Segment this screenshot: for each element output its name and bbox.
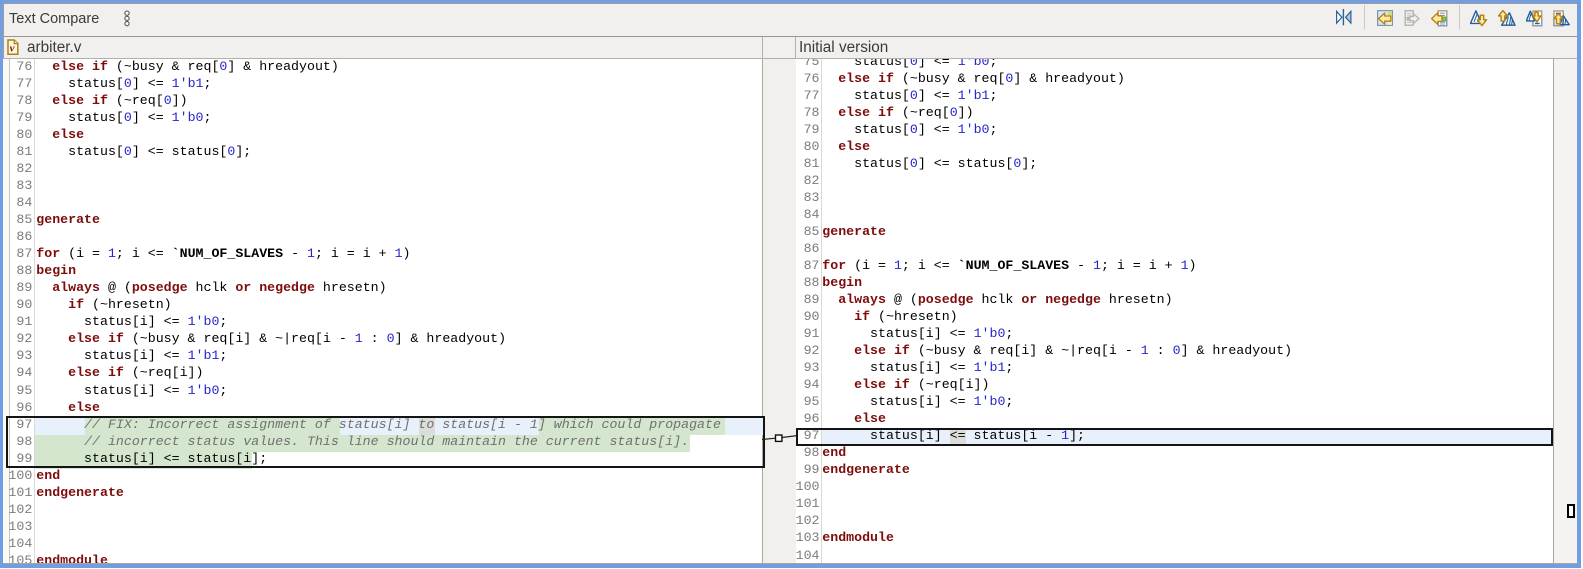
svg-text:v: v bbox=[10, 43, 15, 55]
